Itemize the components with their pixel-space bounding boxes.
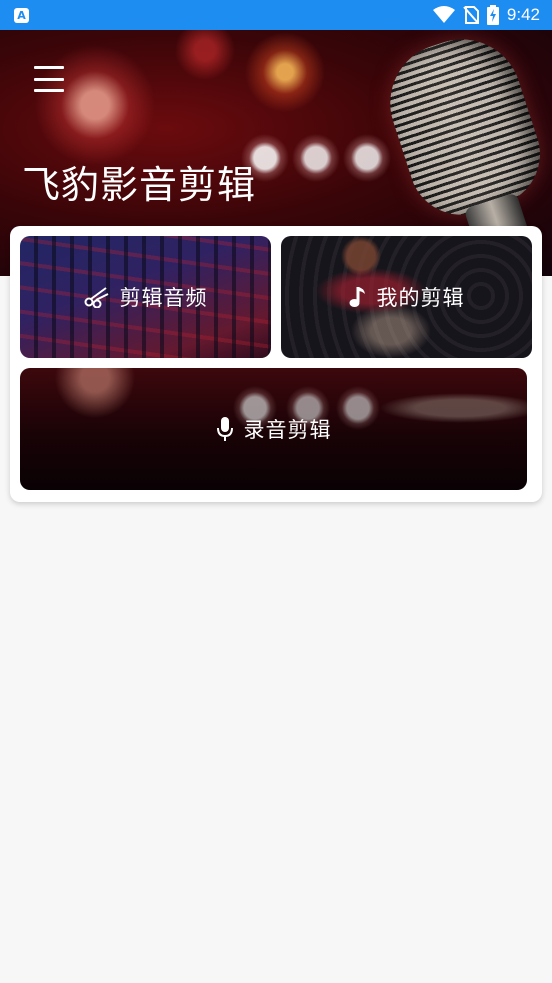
menu-button[interactable] bbox=[34, 66, 64, 92]
cut-audio-button[interactable]: 剪辑音频 bbox=[20, 236, 271, 358]
scissors-icon bbox=[84, 286, 110, 308]
no-sim-icon bbox=[463, 6, 479, 24]
status-right: 9:42 bbox=[432, 5, 540, 25]
my-edits-button[interactable]: 我的剪辑 bbox=[281, 236, 532, 358]
menu-icon-bar bbox=[34, 77, 64, 81]
wifi-icon bbox=[432, 6, 455, 24]
app-notification-icon: A bbox=[14, 7, 29, 23]
app-title: 飞豹影音剪辑 bbox=[22, 163, 257, 207]
record-edit-label: 录音剪辑 bbox=[243, 418, 332, 442]
cut-audio-label: 剪辑音频 bbox=[119, 286, 208, 310]
menu-icon-bar bbox=[34, 66, 64, 69]
music-note-icon bbox=[349, 285, 367, 309]
feature-card: 剪辑音频 我的剪辑 录音剪辑 bbox=[10, 226, 542, 502]
record-edit-button[interactable]: 录音剪辑 bbox=[20, 368, 527, 490]
battery-charging-icon bbox=[486, 5, 499, 25]
status-bar: A 9:42 bbox=[0, 0, 552, 30]
microphone-illustration bbox=[374, 30, 552, 229]
menu-icon-bar bbox=[34, 89, 64, 92]
my-edits-label: 我的剪辑 bbox=[376, 286, 465, 310]
microphone-icon bbox=[216, 416, 234, 442]
status-left: A bbox=[14, 7, 29, 23]
status-time: 9:42 bbox=[506, 5, 540, 24]
